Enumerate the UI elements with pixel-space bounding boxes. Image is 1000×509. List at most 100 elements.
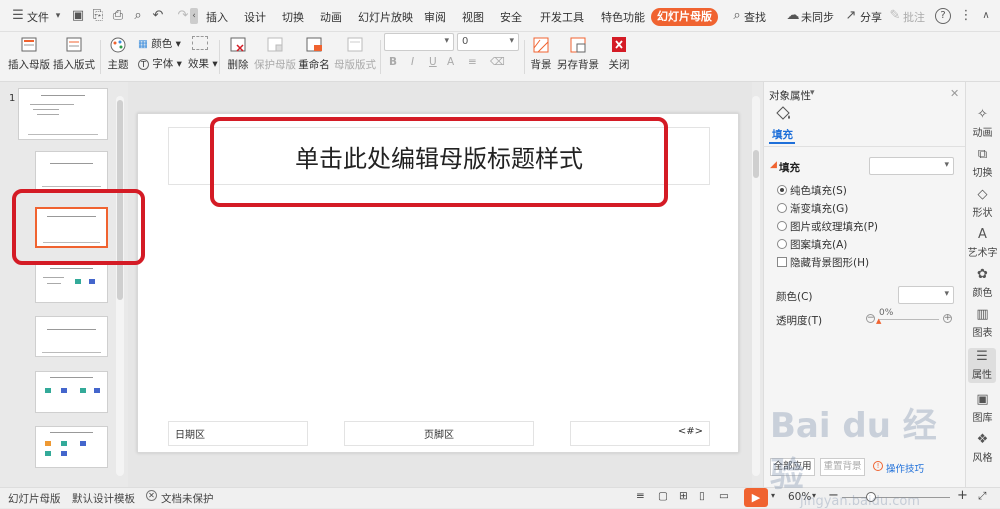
more-icon[interactable]: ⋮ (958, 8, 974, 24)
chevron-down-icon[interactable]: ▾ (810, 88, 815, 98)
rename-button[interactable]: 重命名 (298, 36, 330, 72)
footer-placeholder[interactable]: 页脚区 (344, 421, 534, 446)
redo-icon[interactable]: ↷ (175, 8, 191, 24)
slide-sorter-icon[interactable]: ⊞ (679, 490, 688, 502)
thumbnail-layout[interactable] (35, 316, 108, 357)
protect-status[interactable]: 文档未保护 (161, 491, 214, 506)
tab-fill[interactable]: 填充 (772, 127, 793, 142)
rightbar-wordart-label: 艺术字 (967, 248, 998, 259)
transparency-increase-icon[interactable]: + (943, 314, 952, 323)
rightbar-properties[interactable]: ☰ 属性 (968, 348, 996, 383)
fit-window-icon[interactable]: ⤢ (978, 490, 986, 503)
file-menu[interactable]: 文件 (27, 9, 49, 25)
help-icon[interactable]: ? (935, 8, 951, 24)
tab-developer[interactable]: 开发工具 (540, 9, 584, 25)
color-dropdown[interactable]: ▦ 颜色 ▾ (138, 36, 181, 51)
undo-icon[interactable]: ↶ (150, 8, 166, 24)
collapse-ribbon-icon[interactable]: ∧ (978, 8, 994, 24)
scroll-tabs-left-icon[interactable]: ‹ (190, 8, 198, 24)
transparency-slider-track[interactable] (879, 319, 939, 320)
fill-type-select[interactable] (869, 157, 954, 175)
effect-icon[interactable] (192, 36, 208, 50)
play-slideshow-button[interactable]: ▶ (744, 488, 768, 507)
tab-security[interactable]: 安全 (500, 9, 522, 25)
tab-insert[interactable]: 插入 (206, 9, 228, 25)
thumbnail-master[interactable] (18, 88, 108, 140)
gradient-fill-radio[interactable] (777, 203, 787, 213)
search-icon[interactable]: ⌕ (729, 8, 745, 24)
thumbnail-layout[interactable] (35, 426, 108, 468)
picture-fill-radio[interactable] (777, 221, 787, 231)
font-name-select[interactable] (384, 33, 454, 51)
sync-status[interactable]: 未同步 (801, 9, 834, 25)
normal-view-icon[interactable]: ▢ (658, 490, 668, 502)
close-panel-icon[interactable]: ✕ (950, 87, 959, 100)
theme-button[interactable]: 主题 (104, 36, 132, 72)
rightbar-transition[interactable]: ⧉ 切换 (965, 147, 1000, 180)
thumbnail-layout[interactable] (35, 151, 108, 191)
underline-button[interactable]: U (429, 56, 437, 68)
insert-layout-button[interactable]: 插入版式 (53, 36, 95, 72)
tab-animation[interactable]: 动画 (320, 9, 342, 25)
pattern-fill-radio[interactable] (777, 239, 787, 249)
tab-design[interactable]: 设计 (244, 9, 266, 25)
rightbar-wordart[interactable]: A 艺术字 (965, 228, 1000, 260)
hide-background-checkbox[interactable] (777, 257, 787, 267)
close-label: 关闭 (608, 59, 630, 71)
tab-slide-master[interactable]: 幻灯片母版 (651, 8, 718, 26)
rightbar-animation[interactable]: ✧ 动画 (965, 108, 1000, 140)
share-button[interactable]: 分享 (860, 9, 882, 25)
save-icon[interactable]: ▣ (70, 8, 86, 24)
rightbar-gallery[interactable]: ▣ 图库 (965, 393, 1000, 425)
paint-bucket-icon[interactable] (774, 105, 792, 121)
transparency-slider-handle[interactable]: ▲ (876, 318, 881, 325)
notes-view-icon[interactable]: ▭ (719, 490, 729, 502)
rightbar-chart[interactable]: ▥ 图表 (965, 308, 1000, 340)
chevron-down-icon[interactable]: ▾ (50, 8, 66, 24)
font-dropdown[interactable]: T 字体 ▾ (138, 56, 182, 71)
hamburger-icon[interactable]: ☰ (10, 8, 26, 24)
background-button[interactable]: 背景 (528, 36, 554, 72)
font-size-select[interactable]: 0 (457, 33, 519, 51)
panel-divider (763, 146, 965, 147)
protect-master-button[interactable]: 保护母版 (254, 36, 296, 72)
italic-button[interactable]: I (411, 56, 414, 68)
comment-button[interactable]: 批注 (903, 9, 925, 25)
insert-master-button[interactable]: 插入母版 (8, 36, 50, 72)
search-button[interactable]: 查找 (744, 9, 766, 25)
rightbar-color[interactable]: ✿ 颜色 (965, 268, 1000, 300)
canvas-scrollbar-thumb[interactable] (753, 150, 759, 178)
tab-view[interactable]: 视图 (462, 9, 484, 25)
solid-fill-radio[interactable] (777, 185, 787, 195)
notes-icon[interactable]: ≡ (636, 490, 645, 502)
tab-slideshow[interactable]: 幻灯片放映 (358, 9, 413, 25)
text-effect-icon[interactable]: ≡ (468, 56, 477, 68)
template-status[interactable]: 默认设计模板 (72, 491, 135, 506)
tab-features[interactable]: 特色功能 (601, 9, 645, 25)
reading-view-icon[interactable]: ▯ (699, 490, 705, 502)
rightbar-style[interactable]: ❖ 风格 (965, 433, 1000, 465)
thumbnail-layout[interactable] (35, 371, 108, 413)
date-placeholder[interactable]: 日期区 (168, 421, 308, 446)
font-color-button[interactable]: A (447, 56, 454, 68)
delete-button[interactable]: 删除 (224, 36, 252, 72)
transition-icon: ⧉ (977, 147, 988, 162)
preview-icon[interactable]: ⌕ (130, 8, 146, 24)
export-pdf-icon[interactable]: ⎘ (90, 8, 106, 24)
fill-color-picker[interactable] (898, 286, 954, 304)
tab-transition[interactable]: 切换 (282, 9, 304, 25)
transparency-decrease-icon[interactable]: − (866, 314, 875, 323)
thumbnail-layout[interactable] (35, 262, 108, 303)
panel-header[interactable]: 对象属性 (769, 88, 811, 103)
bold-button[interactable]: B (389, 56, 397, 68)
clear-format-icon[interactable]: ⌫ (490, 56, 505, 68)
tab-review[interactable]: 审阅 (424, 9, 446, 25)
page-number-placeholder[interactable]: <#> (570, 421, 710, 446)
master-layout-button[interactable]: 母版版式 (334, 36, 376, 72)
expand-triangle-icon[interactable]: ◢ (770, 160, 777, 170)
print-icon[interactable]: ⎙ (110, 8, 126, 24)
effect-dropdown[interactable]: 效果 ▾ (188, 56, 218, 71)
save-background-button[interactable]: 另存背景 (557, 36, 599, 72)
close-master-button[interactable]: 关闭 (606, 36, 632, 72)
rightbar-shape[interactable]: ◇ 形状 (965, 188, 1000, 220)
